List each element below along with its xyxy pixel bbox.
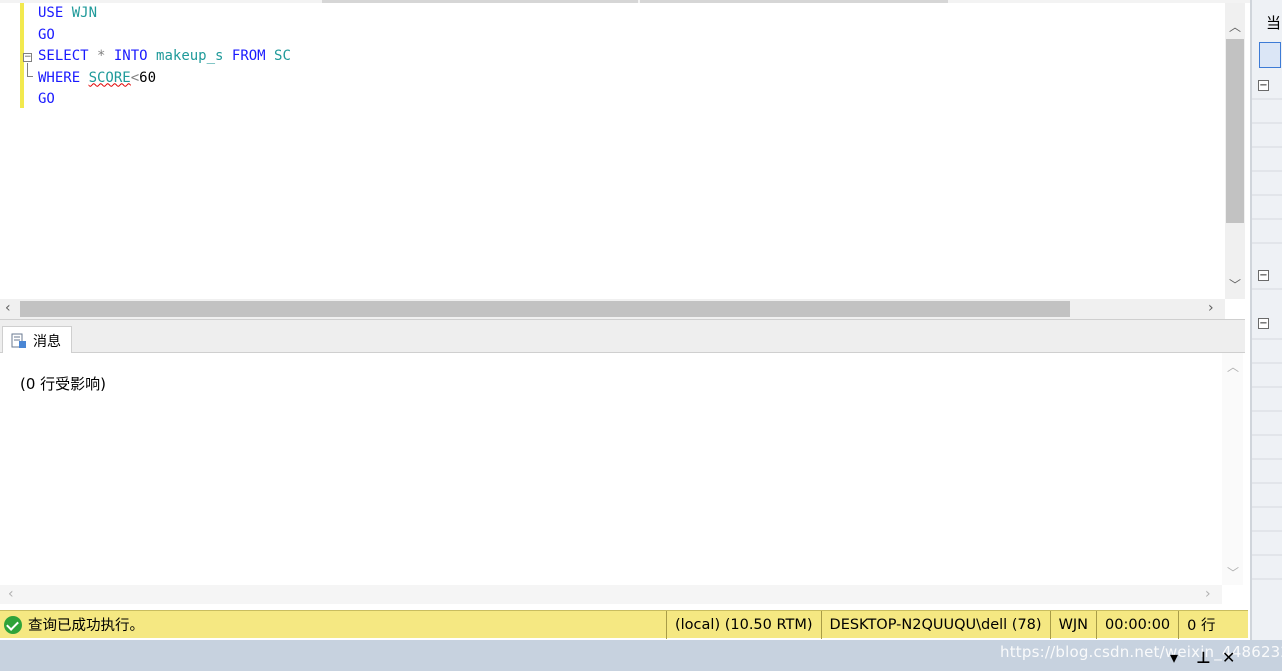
categorized-view-icon[interactable] [1259,42,1281,68]
watermark: https://blog.csdn.net/weixin_44862327 [1000,643,1282,661]
property-row-separator [1252,578,1282,580]
tab-messages-label: 消息 [33,333,61,350]
status-server: (local) (10.50 RTM) [666,610,821,639]
status-message-area: 查询已成功执行。 [0,614,666,635]
scroll-right-icon[interactable]: › [1205,587,1211,601]
results-tab-bar: 消息 [0,319,1245,354]
property-row-separator [1252,458,1282,460]
code-token: GO [38,26,55,43]
code-token: makeup_s [156,48,232,64]
property-row-separator [1252,362,1282,364]
editor-vertical-scroll-thumb[interactable] [1226,39,1244,223]
code-line[interactable]: WHERE SCORE<60 [38,68,291,90]
scroll-left-icon[interactable]: ‹ [8,587,14,601]
scroll-down-icon[interactable]: ﹀ [1227,567,1239,579]
status-elapsed-time: 00:00:00 [1096,610,1178,639]
scroll-up-icon[interactable]: ︿ [1227,361,1239,373]
code-token: SC [274,48,291,64]
tab-messages[interactable]: 消息 [2,326,72,354]
code-token: SELECT [38,48,98,64]
code-token: USE [38,5,72,21]
scroll-left-icon[interactable]: ‹ [5,301,11,315]
status-user: DESKTOP-N2QUUQU\dell (78) [820,610,1050,639]
editor-vertical-scrollbar[interactable]: ︿ ﹀ [1225,3,1245,299]
editor-horizontal-scrollbar[interactable]: ‹ › [0,299,1225,319]
scroll-down-icon[interactable]: ﹀ [1229,279,1241,291]
code-token: WJN [71,5,98,21]
rows-affected-message: (0 行受影响) [20,375,107,393]
code-line[interactable]: USE WJN [38,3,291,25]
code-line[interactable]: GO [38,25,291,47]
property-row-separator [1252,242,1282,244]
property-row-separator [1252,170,1282,172]
query-status-bar: 查询已成功执行。 (local) (10.50 RTM) DESKTOP-N2Q… [0,610,1248,639]
status-database: WJN [1049,610,1096,639]
messages-pane[interactable]: (0 行受影响) ︿ ﹀ ‹ › [0,353,1245,608]
property-row-separator [1252,194,1282,196]
status-row-count: 0 行 [1178,610,1223,639]
code-token: WHERE [38,69,89,86]
property-row-separator [1252,554,1282,556]
messages-horizontal-scrollbar[interactable]: ‹ › [0,585,1222,604]
editor-gutter [0,3,22,299]
property-row-separator [1252,530,1282,532]
code-line[interactable]: SELECT * INTO makeup_s FROM SC [38,46,291,68]
properties-title: 当 [1266,14,1282,32]
expand-collapse-icon[interactable]: − [1258,270,1269,281]
property-row-separator [1252,338,1282,340]
property-row-separator [1252,386,1282,388]
properties-panel: 当 − − − [1250,0,1282,640]
property-row-separator [1252,506,1282,508]
scroll-up-icon[interactable]: ︿ [1229,21,1241,33]
property-row-separator [1252,98,1282,100]
property-row-separator [1252,434,1282,436]
messages-vertical-scrollbar[interactable]: ︿ ﹀ [1222,353,1243,585]
messages-icon [11,333,27,349]
status-message: 查询已成功执行。 [28,618,144,634]
sql-code[interactable]: USE WJN GO SELECT * INTO makeup_s FROM SC W… [38,3,291,111]
property-row-separator [1252,410,1282,412]
code-token: * [97,48,114,64]
dropdown-arrow-icon[interactable]: ▾ [1170,648,1178,667]
code-line[interactable]: GO [38,89,291,111]
scroll-right-icon[interactable]: › [1208,301,1214,315]
code-token: 60 [139,69,157,86]
editor-horizontal-scroll-thumb[interactable] [20,301,1070,317]
pin-icon[interactable]: ⊥ [1196,648,1211,667]
fold-guide-end [27,76,33,77]
property-row-separator [1252,122,1282,124]
fold-toggle-icon[interactable]: − [23,53,32,62]
code-token: SCORE [88,69,131,86]
property-row-separator [1252,482,1282,484]
expand-collapse-icon[interactable]: − [1258,318,1269,329]
property-row-separator [1252,218,1282,220]
property-row-separator [1252,288,1282,290]
fold-guide-line [27,63,28,77]
close-icon[interactable]: ✕ [1222,648,1235,667]
code-token: INTO [113,48,157,64]
code-token: GO [38,91,55,107]
expand-collapse-icon[interactable]: − [1258,80,1269,91]
success-check-icon [4,615,22,634]
code-token: < [130,69,140,86]
query-editor[interactable]: − USE WJN GO SELECT * INTO makeup_s FROM S… [0,3,1245,319]
property-row-separator [1252,146,1282,148]
code-token: FROM [231,48,275,64]
